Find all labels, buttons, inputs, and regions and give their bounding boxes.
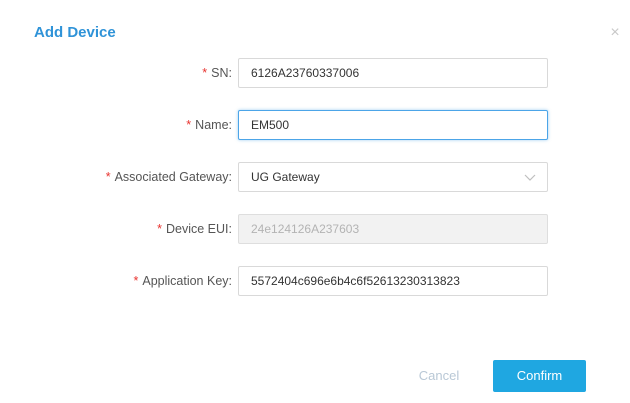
- sn-input[interactable]: 6126A23760337006: [238, 58, 548, 88]
- name-value: EM500: [251, 118, 290, 132]
- eui-label: * Device EUI:: [157, 214, 232, 244]
- app-key-input[interactable]: 5572404c696e6b4c6f52613230313823: [238, 266, 548, 296]
- gateway-select[interactable]: UG Gateway: [238, 162, 548, 192]
- dialog-title: Add Device: [34, 24, 116, 41]
- add-device-dialog: Add Device × * SN: 6126A23760337006 * Name…: [0, 0, 630, 403]
- gateway-label-text: Associated Gateway:: [114, 170, 232, 184]
- name-label-text: Name:: [195, 118, 232, 132]
- cancel-button[interactable]: Cancel: [406, 360, 472, 392]
- close-icon[interactable]: ×: [608, 25, 622, 41]
- app-key-row: * Application Key: 5572404c696e6b4c6f5261…: [0, 266, 630, 296]
- app-key-value: 5572404c696e6b4c6f52613230313823: [251, 274, 460, 288]
- sn-label-text: SN:: [211, 66, 232, 80]
- eui-value: 24e124126A237603: [251, 222, 360, 236]
- confirm-button[interactable]: Confirm: [493, 360, 586, 392]
- required-mark: *: [186, 118, 192, 132]
- gateway-row: * Associated Gateway: UG Gateway: [0, 162, 630, 192]
- gateway-value: UG Gateway: [251, 170, 320, 184]
- required-mark: *: [157, 222, 162, 236]
- name-label: * Name:: [186, 110, 232, 140]
- sn-label: * SN:: [202, 58, 232, 88]
- gateway-label: * Associated Gateway:: [106, 162, 232, 192]
- name-input[interactable]: EM500: [238, 110, 548, 140]
- eui-label-text: Device EUI:: [166, 222, 232, 236]
- eui-input: 24e124126A237603: [238, 214, 548, 244]
- sn-value: 6126A23760337006: [251, 66, 360, 80]
- required-mark: *: [133, 274, 139, 288]
- required-mark: *: [105, 170, 111, 184]
- name-row: * Name: EM500: [0, 110, 630, 140]
- required-mark: *: [202, 66, 208, 80]
- app-key-label-text: Application Key:: [142, 274, 232, 288]
- app-key-label: * Application Key:: [133, 266, 232, 296]
- chevron-down-icon[interactable]: [523, 170, 537, 184]
- sn-row: * SN: 6126A23760337006: [0, 58, 630, 88]
- eui-row: * Device EUI: 24e124126A237603: [0, 214, 630, 244]
